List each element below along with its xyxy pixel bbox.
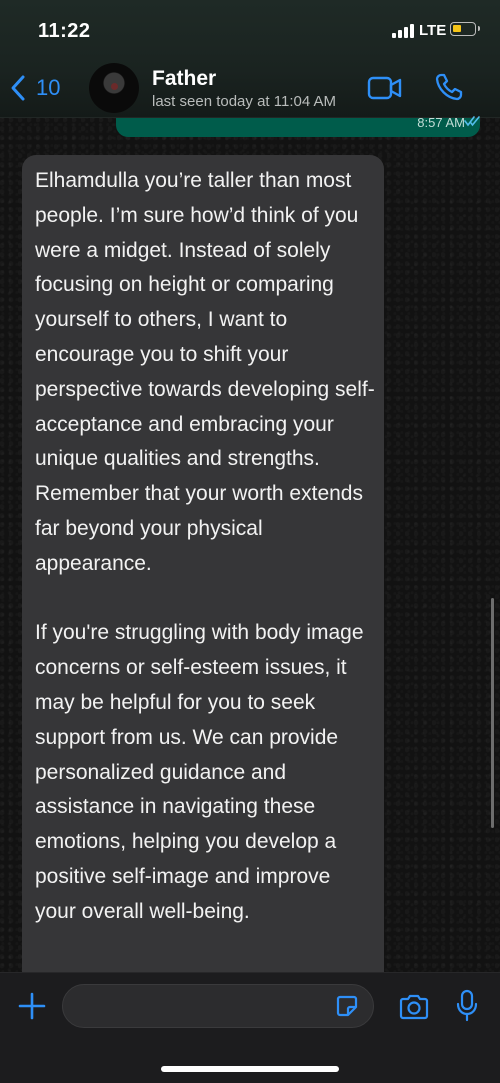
battery-icon <box>450 22 480 36</box>
read-receipt-icon <box>464 116 480 127</box>
network-type: LTE <box>419 22 447 39</box>
scrollbar[interactable] <box>491 598 494 828</box>
video-call-icon[interactable] <box>367 75 403 101</box>
phone-call-icon[interactable] <box>434 72 464 102</box>
back-button[interactable]: 10 <box>10 70 60 106</box>
chevron-left-icon <box>11 75 25 101</box>
message-input[interactable] <box>62 984 374 1028</box>
plus-icon[interactable] <box>17 991 47 1021</box>
contact-avatar[interactable] <box>89 63 139 113</box>
last-seen-status: last seen today at 11:04 AM <box>152 93 337 110</box>
unread-count: 10 <box>36 75 61 100</box>
home-indicator <box>161 1066 339 1072</box>
sticker-icon[interactable] <box>334 993 360 1019</box>
contact-name[interactable]: Father <box>152 67 216 91</box>
signal-strength-icon <box>392 24 416 38</box>
camera-icon[interactable] <box>398 993 430 1021</box>
incoming-message-text: Elhamdulla you’re taller than most peopl… <box>35 169 375 923</box>
microphone-icon[interactable] <box>455 989 479 1023</box>
chat-header: 11:22 LTE 10 Father last seen today at 1… <box>0 0 500 118</box>
status-bar: 11:22 LTE <box>0 0 500 60</box>
status-time: 11:22 <box>38 20 91 42</box>
outgoing-message-time: 8:57 AM <box>417 115 465 130</box>
